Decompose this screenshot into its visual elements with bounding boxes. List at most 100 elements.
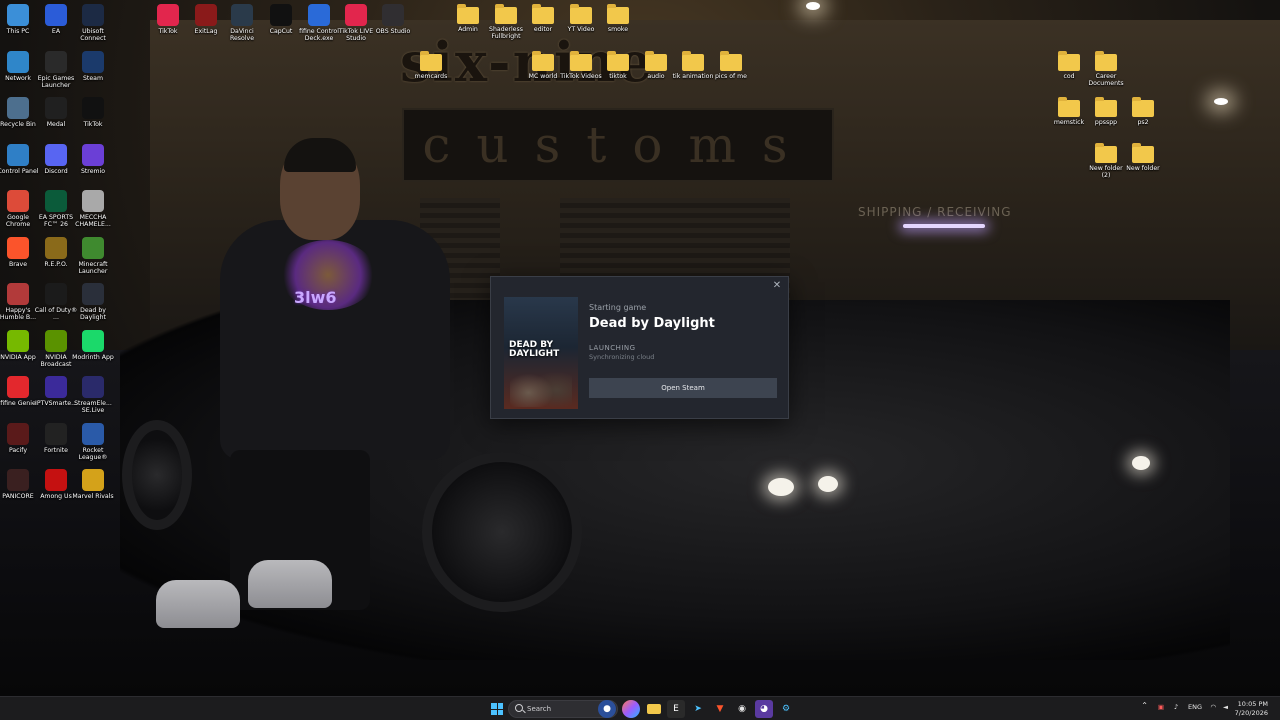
folder-icon [532,4,554,24]
this-pc-icon [7,4,29,26]
taskbar-discord-icon[interactable]: ◕ [755,700,773,718]
fifine-genie-icon [7,376,29,398]
discord-icon [45,143,67,166]
desktop-icon[interactable]: Minecraft Launcher [71,236,115,275]
desktop-icon[interactable]: New folder [1121,143,1165,172]
wallpaper-hair [284,138,356,172]
folder-icon [1095,97,1117,117]
wallpaper-lamp-right [1214,98,1228,105]
happys-icon [7,283,29,305]
open-steam-button[interactable]: Open Steam [589,378,777,398]
launch-state: LAUNCHING [589,344,636,352]
desktop-icon[interactable]: StreamEle... SE.Live [71,376,115,414]
desktop-icon-label: memcards [414,73,448,80]
desktop-icon[interactable]: MECCHA CHAMELE... [71,190,115,228]
capcut-icon [270,4,292,26]
start-button[interactable] [488,700,506,718]
tray-wifi-icon[interactable]: ◠ [1210,703,1216,711]
exitlag-icon [195,4,217,26]
taskbar-file-explorer-icon[interactable] [645,700,663,718]
desktop-icon-label: Ubisoft Connect [80,28,106,43]
nvidia-icon [7,329,29,352]
desktop-icon-label: StreamEle... SE.Live [74,400,112,415]
wallpaper-sign-board-text: customs [422,116,814,174]
medal-icon [45,97,67,119]
desktop-icon-label: DaVinci Resolve [229,28,255,43]
taskbar-clock[interactable]: 10:05 PM 7/20/2026 [1235,700,1268,718]
desktop-icon[interactable]: Rocket League® [71,422,115,461]
desktop-icon[interactable]: Stremio [71,143,115,175]
tiktok-studio-icon [157,4,179,26]
desktop-icon-label: Steam [83,74,103,82]
desktop-icon[interactable]: smoke [596,4,640,33]
obs-icon [382,4,404,26]
tray-app-icon[interactable]: ▣ [1158,703,1164,711]
desktop-icon[interactable]: ps2 [1121,97,1165,126]
folder-icon [1132,143,1154,163]
folder-icon [420,51,442,71]
wallpaper-shoe-right [248,560,332,608]
taskbar: Search ● E ➤ ▼ ◉ ◕ ⚙ ⌃ ▣ ♪ ENG ◠ ◄ 10:05… [0,696,1280,720]
folder-icon [457,4,479,24]
steam-launch-dialog: ✕ DEAD BY DAYLIGHT Starting game Dead by… [490,276,789,419]
folder-icon [1095,143,1117,163]
taskbar-epic-games-icon[interactable]: E [667,700,685,718]
panicore-icon [7,469,29,491]
desktop-icon-label: Rocket League® [78,446,108,461]
tray-volume-icon[interactable]: ◄ [1223,703,1228,711]
search-placeholder: Search [527,705,552,713]
folder-icon [570,51,592,71]
tray-overflow-chevron-icon[interactable]: ⌃ [1141,701,1148,710]
steam-icon [82,50,104,73]
folder-icon [495,4,517,24]
desktop-icon[interactable]: pics of me [709,51,753,80]
dbd-icon [82,283,104,305]
taskbar-steam-icon[interactable]: ⚙ [777,700,795,718]
desktop-icon[interactable]: Steam [71,50,115,82]
taskbar-brave-icon[interactable]: ▼ [711,700,729,718]
fortnite-icon [45,422,67,445]
stremio-icon [82,143,104,166]
taskbar-obs-icon[interactable]: ◉ [733,700,751,718]
taskbar-copilot-icon[interactable]: ● [598,700,616,718]
desktop-icon-label: New folder [1126,165,1160,172]
close-icon[interactable]: ✕ [770,279,784,293]
folder-icon [607,4,629,24]
davinci-icon [231,4,253,26]
desktop-icon[interactable]: Modrinth App [71,329,115,361]
desktop-icon[interactable]: Career Documents [1084,51,1128,87]
desktop-icon[interactable]: Marvel Rivals [71,469,115,500]
desktop-icon-label: smoke [607,26,629,33]
iptv-icon [45,376,67,398]
tray-microphone-icon[interactable]: ♪ [1174,703,1178,711]
ubisoft-icon [82,4,104,26]
desktop-icon[interactable]: Dead by Daylight [71,283,115,321]
taskbar-copilot-app-icon[interactable] [622,700,640,718]
desktop-icon[interactable]: DaVinci Resolve [220,4,264,42]
pacify-icon [7,422,29,445]
desktop-icon[interactable]: TikTok [71,97,115,128]
desktop-icon-label: Stremio [80,167,106,175]
streamelements-icon [82,376,104,398]
desktop-icon-label: pics of me [714,73,747,80]
control-panel-icon [7,143,29,166]
fifine-deck-icon [308,4,330,26]
game-cover-art: DEAD BY DAYLIGHT [504,297,578,409]
folder-icon [682,51,704,71]
wallpaper-shipping-text: SHIPPING / RECEIVING [858,205,1012,219]
taskbar-telegram-icon[interactable]: ➤ [689,700,707,718]
folder-icon [1058,97,1080,117]
tray-language[interactable]: ENG [1188,703,1202,711]
game-title: Dead by Daylight [589,316,715,331]
status-label: Starting game [589,303,647,312]
chrome-icon [7,190,29,212]
tiktok-live-icon [345,4,367,26]
desktop-icon[interactable]: OBS Studio [371,4,415,35]
ea-fc-icon [45,190,67,212]
nvidia-broadcast-icon [45,329,67,352]
among-us-icon [45,469,67,491]
wallpaper-headlight-3 [1132,456,1150,470]
desktop-icon[interactable]: memcards [409,51,453,80]
desktop-icon[interactable]: Ubisoft Connect [71,4,115,42]
clock-time: 10:05 PM [1237,700,1268,708]
